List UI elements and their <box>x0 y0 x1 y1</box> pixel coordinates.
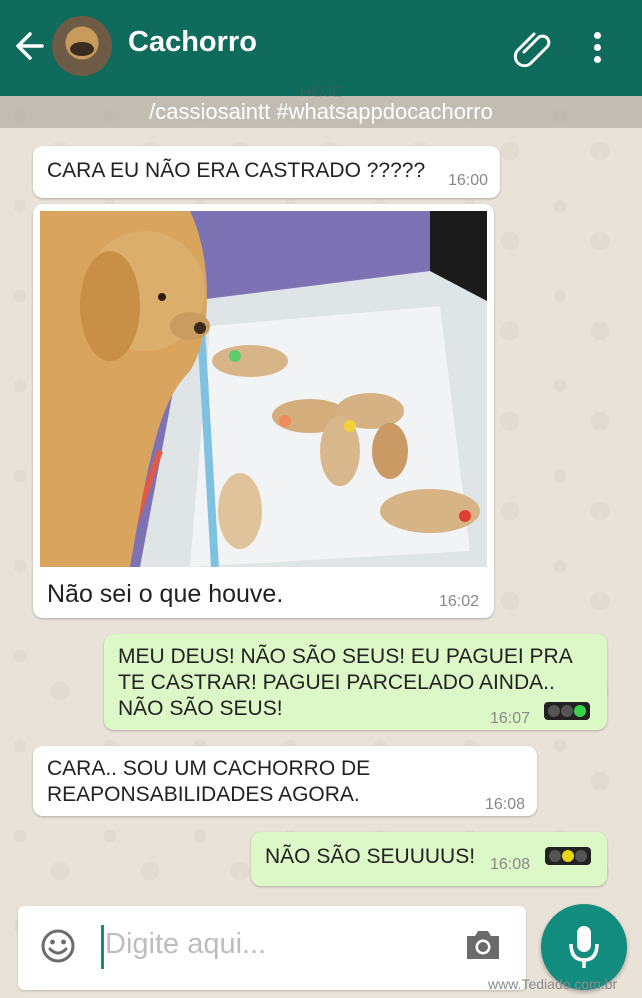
watermark-caption: /cassiosaintt #whatsappdocachorro <box>0 96 642 128</box>
message-time: 16:00 <box>448 172 489 189</box>
chat-header: Cachorro <box>0 0 642 96</box>
message-bubble-incoming[interactable]: CARA.. SOU UM CACHORRO DE REAPONSABILIDA… <box>33 746 537 816</box>
message-text-line: TE CASTRAR! PAGUEI PARCELADO AINDA.. <box>118 671 555 694</box>
message-input[interactable]: Digite aqui... <box>105 928 266 961</box>
paperclip-icon[interactable] <box>512 26 556 70</box>
dog-with-puppies-photo[interactable] <box>40 211 487 567</box>
message-composer[interactable] <box>18 906 526 990</box>
message-text: NÃO SÃO SEUUUUS! <box>265 845 476 868</box>
camera-icon[interactable] <box>464 928 502 962</box>
message-time: 16:02 <box>439 593 480 610</box>
message-bubble-outgoing[interactable]: MEU DEUS! NÃO SÃO SEUS! EU PAGUEI PRA TE… <box>104 634 607 730</box>
message-bubble-outgoing[interactable]: NÃO SÃO SEUUUUS! 16:08 <box>251 832 607 886</box>
message-text-line: MEU DEUS! NÃO SÃO SEUS! EU PAGUEI PRA <box>118 645 573 668</box>
message-time: 16:08 <box>485 796 526 813</box>
message-time: 16:08 <box>490 856 531 873</box>
message-text-line: REAPONSABILIDADES AGORA. <box>47 783 360 806</box>
arrow-left-icon[interactable] <box>12 24 48 68</box>
message-text-line: CARA.. SOU UM CACHORRO DE <box>47 757 371 780</box>
chat-title[interactable]: Cachorro <box>128 26 257 59</box>
read-status-icon <box>544 702 590 720</box>
message-text-line: NÃO SÃO SEUS! <box>118 697 283 720</box>
site-credit: www.Tediado.com.br <box>488 976 618 992</box>
message-text: CARA EU NÃO ERA CASTRADO ????? <box>47 159 426 182</box>
kebab-menu-icon[interactable] <box>584 26 612 70</box>
message-time: 16:07 <box>490 710 531 727</box>
text-cursor <box>101 925 104 969</box>
message-bubble-incoming[interactable]: CARA EU NÃO ERA CASTRADO ????? 16:00 <box>33 146 500 198</box>
read-status-icon <box>545 847 591 865</box>
avatar[interactable] <box>52 16 112 76</box>
smiley-icon[interactable] <box>40 928 76 964</box>
message-text: Não sei o que houve. <box>47 580 284 608</box>
